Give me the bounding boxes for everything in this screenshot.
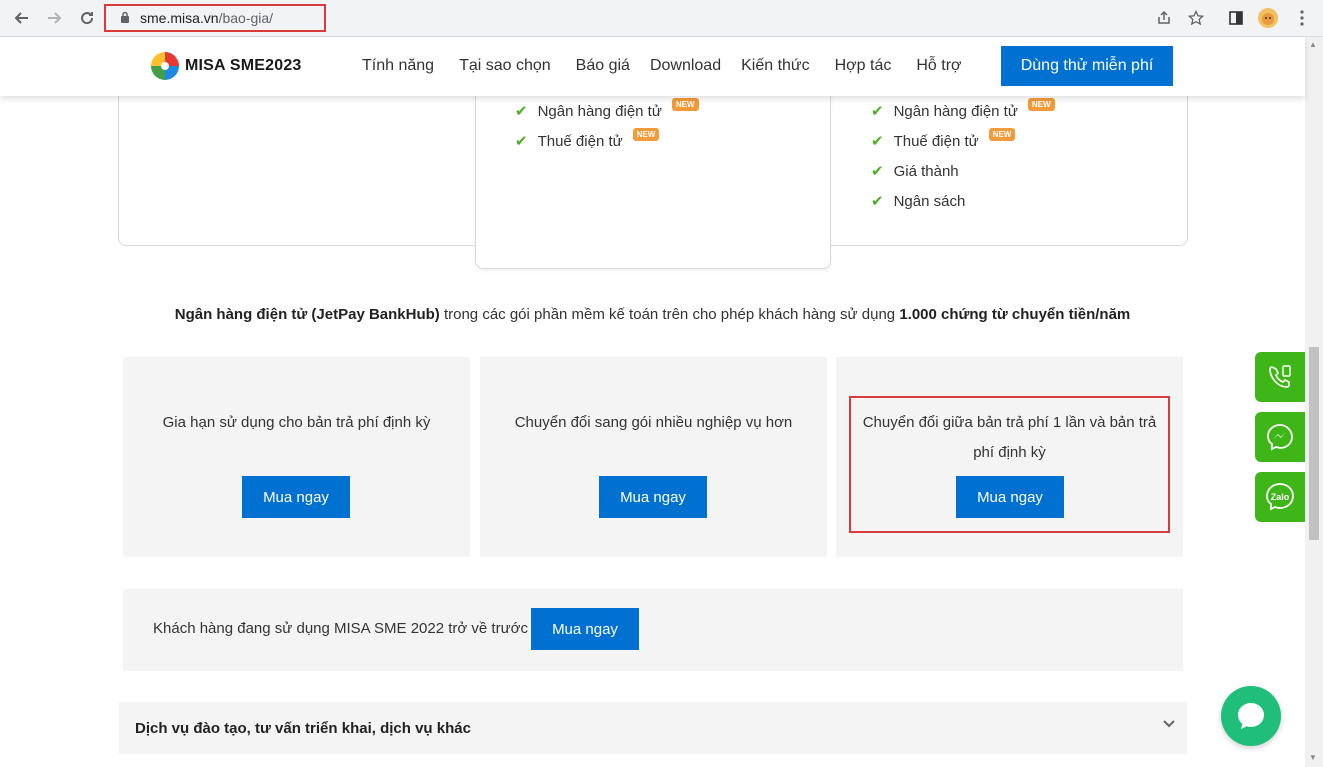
feature-item: ✔ Ngân hàng điện tử NEW bbox=[871, 97, 1055, 120]
feature-item: ✔ Ngân hàng điện tử NEW bbox=[515, 97, 699, 120]
menu-item-download[interactable]: Download bbox=[650, 57, 721, 75]
buy-now-button[interactable]: Mua ngay bbox=[242, 476, 350, 518]
highlight-box bbox=[849, 396, 1170, 533]
scroll-down-arrow[interactable]: ▼ bbox=[1309, 753, 1317, 762]
share-icon[interactable] bbox=[1152, 6, 1176, 30]
upgrade-card: Chuyển đổi sang gói nhiều nghiệp vụ hơn … bbox=[480, 357, 827, 557]
site-header: MISA SME2023 Tính năng Tại sao chọn Báo … bbox=[0, 37, 1305, 96]
buy-now-button[interactable]: Mua ngay bbox=[599, 476, 707, 518]
logo-text: MISA SME2023 bbox=[185, 57, 302, 74]
more-menu-icon[interactable] bbox=[1290, 6, 1314, 30]
side-panel-icon[interactable] bbox=[1224, 6, 1248, 30]
feature-item: ✔ Thuế điện tử NEW bbox=[515, 127, 660, 150]
main-menu: Tính năng Tại sao chọn Báo giá Download … bbox=[362, 57, 987, 75]
address-bar[interactable]: sme.misa.vn/bao-gia/ bbox=[104, 4, 326, 32]
browser-toolbar: sme.misa.vn/bao-gia/ bbox=[0, 0, 1323, 37]
check-icon: ✔ bbox=[515, 133, 528, 150]
url-path: /bao-gia/ bbox=[218, 10, 274, 26]
menu-item-tinh-nang[interactable]: Tính năng bbox=[362, 57, 434, 75]
zalo-icon: Zalo bbox=[1266, 483, 1294, 511]
zalo-widget[interactable]: Zalo bbox=[1255, 472, 1305, 522]
svg-text:Zalo: Zalo bbox=[1271, 492, 1290, 502]
menu-item-ho-tro[interactable]: Hỗ trợ bbox=[916, 57, 961, 75]
new-badge: NEW bbox=[671, 97, 699, 111]
scroll-up-arrow[interactable]: ▲ bbox=[1309, 40, 1317, 49]
profile-avatar[interactable] bbox=[1256, 6, 1280, 30]
misa-logo[interactable]: MISA SME2023 bbox=[150, 51, 302, 81]
old-customers-bar: Khách hàng đang sử dụng MISA SME 2022 tr… bbox=[123, 589, 1183, 671]
chevron-down-icon bbox=[1161, 716, 1177, 737]
check-icon: ✔ bbox=[871, 133, 884, 150]
feature-item: ✔ Thuế điện tử NEW bbox=[871, 127, 1016, 150]
feature-item: ✔ Ngân sách bbox=[871, 192, 966, 211]
renew-card: Gia hạn sử dụng cho bản trả phí định kỳ … bbox=[123, 357, 470, 557]
chat-bubble-icon bbox=[1238, 703, 1264, 729]
menu-item-hop-tac[interactable]: Hợp tác bbox=[835, 57, 892, 75]
chat-button[interactable] bbox=[1221, 686, 1281, 746]
url-host: sme.misa.vn bbox=[140, 10, 219, 26]
buy-now-button[interactable]: Mua ngay bbox=[531, 608, 639, 650]
menu-item-tai-sao-chon[interactable]: Tại sao chọn bbox=[459, 57, 551, 75]
menu-item-bao-gia[interactable]: Báo giá bbox=[576, 57, 630, 75]
phone-contact-widget[interactable] bbox=[1255, 352, 1305, 402]
feature-item: ✔ Giá thành bbox=[871, 162, 959, 181]
menu-item-kien-thuc[interactable]: Kiến thức bbox=[741, 57, 810, 75]
scrollbar-thumb[interactable] bbox=[1309, 347, 1319, 540]
new-badge: NEW bbox=[988, 127, 1016, 141]
bookmark-star-icon[interactable] bbox=[1184, 6, 1208, 30]
new-badge: NEW bbox=[1027, 97, 1055, 111]
bank-note: Ngân hàng điện tử (JetPay BankHub) trong… bbox=[174, 306, 1131, 323]
back-icon[interactable] bbox=[10, 6, 34, 30]
services-accordion[interactable]: Dịch vụ đào tạo, tư vấn triển khai, dịch… bbox=[119, 702, 1187, 754]
new-badge: NEW bbox=[632, 127, 660, 141]
check-icon: ✔ bbox=[515, 103, 528, 120]
check-icon: ✔ bbox=[871, 103, 884, 120]
phone-icon bbox=[1269, 365, 1291, 388]
check-icon: ✔ bbox=[871, 193, 884, 210]
free-trial-button[interactable]: Dùng thử miễn phí bbox=[1001, 46, 1173, 86]
lock-icon bbox=[120, 10, 130, 26]
messenger-icon bbox=[1267, 424, 1293, 451]
misa-logo-icon bbox=[151, 52, 179, 80]
forward-icon[interactable] bbox=[42, 6, 66, 30]
messenger-widget[interactable] bbox=[1255, 412, 1305, 462]
check-icon: ✔ bbox=[871, 163, 884, 180]
reload-icon[interactable] bbox=[75, 6, 99, 30]
